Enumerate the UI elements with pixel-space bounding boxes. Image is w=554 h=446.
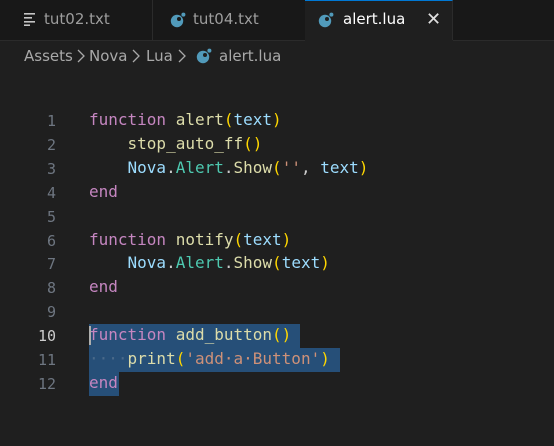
code-line: Nova.Alert.Show(text) — [89, 253, 330, 272]
tab-tut04[interactable]: tut04.txt — [153, 0, 306, 40]
code-line: stop_auto_ff() — [89, 134, 263, 153]
tab-label: tut02.txt — [44, 10, 110, 28]
code-token: Alert — [175, 253, 224, 272]
code-line: Nova.Alert.Show('', text) — [89, 158, 369, 177]
code-token: ( — [233, 230, 244, 249]
code-token: () — [243, 134, 263, 153]
code-token: , — [300, 158, 321, 177]
code-token: Alert — [175, 158, 224, 177]
code-token: ) — [320, 349, 330, 368]
line-number: 11 — [37, 351, 56, 369]
code-token: Nova — [127, 253, 167, 272]
code-token: text — [281, 253, 321, 272]
code-token: Nova — [127, 158, 167, 177]
code-token: text — [320, 158, 359, 177]
code-line: function notify(text) — [89, 230, 291, 249]
code-token: ( — [223, 110, 234, 129]
tab-bar-border — [0, 40, 554, 41]
line-number: 2 — [46, 136, 56, 154]
breadcrumb-item-nova[interactable]: Nova — [89, 47, 127, 65]
line-number: 3 — [46, 160, 56, 178]
code-token: end — [89, 373, 118, 392]
chevron-right-icon — [178, 49, 186, 63]
chevron-right-icon — [132, 49, 140, 63]
code-token: '' — [281, 158, 301, 177]
code-line: end — [89, 277, 118, 296]
tab-label: tut04.txt — [193, 10, 259, 28]
close-icon[interactable]: ✕ — [426, 9, 441, 30]
line-number: 12 — [37, 375, 56, 393]
breadcrumb-item-lua[interactable]: Lua — [146, 47, 173, 65]
code-token: 'add·a·Button' — [185, 349, 321, 368]
breadcrumb-item-file[interactable]: alert.lua — [219, 47, 281, 65]
code-token: text — [233, 110, 273, 129]
breadcrumb-item-assets[interactable]: Assets — [24, 47, 73, 65]
code-token: print — [127, 349, 176, 368]
code-token: . — [223, 158, 234, 177]
lua-icon — [318, 12, 334, 28]
tab-alert-lua[interactable]: alert.lua ✕ — [305, 0, 453, 41]
tab-label: alert.lua — [343, 10, 406, 28]
line-number: 7 — [46, 255, 56, 273]
lines-icon — [24, 13, 35, 26]
tab-tut02[interactable]: tut02.txt — [0, 0, 153, 40]
code-token: alert — [175, 110, 224, 129]
code-token: . — [223, 253, 234, 272]
code-token: ) — [272, 110, 282, 129]
line-number: 5 — [46, 208, 56, 226]
code-token: stop_auto_ff — [127, 134, 244, 153]
line-number: 8 — [46, 279, 56, 297]
code-token: ) — [358, 158, 369, 177]
code-token: end — [89, 182, 118, 201]
line-number: 10 — [37, 327, 56, 345]
code-token: ) — [320, 253, 330, 272]
code-token: text — [243, 230, 282, 249]
code-token: ( — [175, 349, 186, 368]
line-number: 1 — [46, 112, 56, 130]
code-token: function — [89, 325, 167, 344]
code-token: function — [89, 230, 167, 249]
code-token: end — [89, 277, 118, 296]
lua-icon — [196, 48, 212, 64]
line-number: 9 — [46, 303, 56, 321]
code-token: function — [89, 110, 167, 129]
line-number: 6 — [46, 232, 56, 250]
line-number: 4 — [46, 184, 56, 202]
code-line: function alert(text) — [89, 110, 282, 129]
code-token: Show — [233, 158, 273, 177]
code-token: ) — [281, 230, 292, 249]
code-token: . — [166, 158, 176, 177]
code-token: ···· — [89, 349, 128, 368]
code-token: Show — [233, 253, 273, 272]
code-token: () — [272, 325, 292, 344]
code-line: function add_button() — [89, 325, 291, 344]
tab-bar-border-gap — [305, 40, 453, 41]
lua-icon — [170, 12, 186, 28]
code-token: . — [166, 253, 176, 272]
chevron-right-icon — [77, 49, 85, 63]
code-line: end — [89, 182, 118, 201]
code-line: end — [89, 373, 118, 392]
code-token: add_button — [175, 325, 273, 344]
code-line: ····print('add·a·Button') — [89, 349, 330, 368]
tab-bar: tut02.txt tut04.txt alert.lua ✕ — [0, 0, 554, 41]
code-token: ( — [272, 158, 282, 177]
code-token: notify — [175, 230, 234, 249]
code-token: ( — [272, 253, 282, 272]
text-cursor — [89, 326, 91, 345]
